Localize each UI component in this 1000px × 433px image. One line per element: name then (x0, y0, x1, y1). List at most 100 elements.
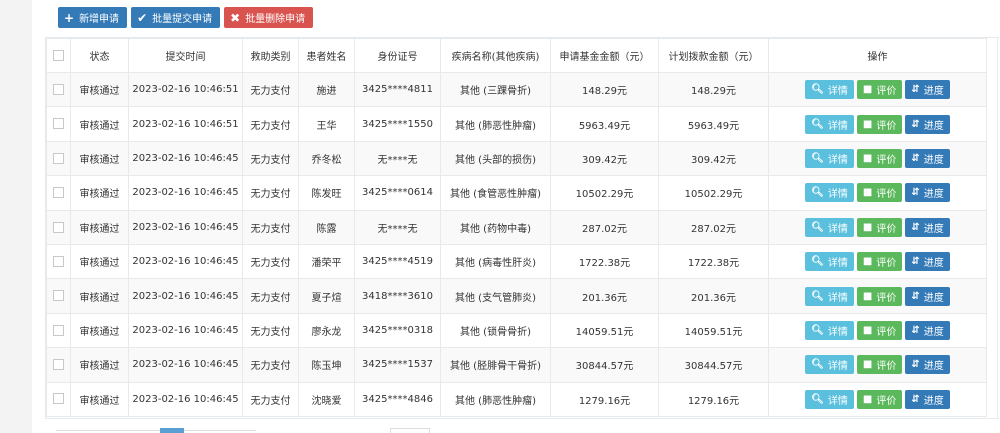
row-checkbox[interactable] (53, 255, 64, 267)
evaluate-button[interactable]: ■ 评价 (856, 217, 903, 237)
progress-button[interactable]: ⇵ 进度 (905, 286, 950, 306)
row-checkbox[interactable] (53, 118, 64, 130)
evaluate-button[interactable]: ■ 评价 (856, 389, 903, 409)
submit-time-cell: 2023-02-16 10:46:45 (128, 381, 243, 417)
table-row[interactable]: 审核通过 2023-02-16 10:46:45 无力支付 廖永龙 3425****03… (46, 312, 987, 349)
comment-icon: ■ (862, 393, 873, 405)
progress-button[interactable]: ⇵ 进度 (905, 252, 950, 272)
header-submit-time[interactable]: 提交时间 (128, 38, 243, 73)
header-patient-name[interactable]: 患者姓名 (298, 38, 355, 73)
row-checkbox[interactable] (53, 83, 64, 95)
detail-button[interactable]: 🔍︎ 详情 (805, 355, 854, 375)
progress-button[interactable]: ⇵ 进度 (905, 183, 950, 203)
evaluate-label: 评价 (876, 258, 897, 270)
header-plan-amount[interactable]: 计划拨款金额（元） (658, 38, 769, 73)
table-row[interactable]: 审核通过 2023-02-16 10:46:45 无力支付 陈露 无****无 其他 (药… (46, 209, 987, 245)
progress-button[interactable]: ⇵ 进度 (905, 320, 950, 340)
actions-cell: 🔍︎ 详情 ■ 评价 ⇵ 进度 (768, 312, 987, 349)
row-checkbox[interactable] (53, 187, 64, 199)
table-row[interactable]: 审核通过 2023-02-16 10:46:51 无力支付 王华 3425****155… (46, 106, 987, 142)
batch-delete-button[interactable]: ✖ 批量删除申请 (224, 7, 314, 28)
row-checkbox[interactable] (53, 221, 64, 233)
apply-amount-cell: 148.29元 (550, 71, 659, 108)
detail-button[interactable]: 🔍︎ 详情 (805, 183, 854, 203)
sort-icon: ⇵ (911, 393, 920, 405)
progress-button[interactable]: ⇵ 进度 (905, 80, 950, 100)
plan-amount-cell: 148.29元 (658, 71, 769, 108)
progress-button[interactable]: ⇵ 进度 (905, 355, 950, 375)
row-checkbox[interactable] (53, 152, 64, 164)
row-select-cell[interactable] (46, 209, 71, 245)
detail-button[interactable]: 🔍︎ 详情 (805, 217, 854, 237)
row-select-cell[interactable] (46, 347, 71, 383)
pagination-active-page[interactable] (160, 428, 184, 433)
batch-submit-button[interactable]: ✔ 批量提交申请 (131, 7, 221, 28)
detail-button[interactable]: 🔍︎ 详情 (805, 148, 854, 168)
evaluate-button[interactable]: ■ 评价 (856, 80, 903, 100)
row-select-cell[interactable] (46, 140, 71, 177)
actions-cell: 🔍︎ 详情 ■ 评价 ⇵ 进度 (768, 140, 987, 177)
evaluate-button[interactable]: ■ 评价 (856, 114, 903, 134)
evaluate-button[interactable]: ■ 评价 (856, 252, 903, 272)
patient-name-cell: 陈发旺 (298, 175, 355, 211)
row-checkbox[interactable] (53, 359, 64, 371)
table-row[interactable]: 审核通过 2023-02-16 10:46:45 无力支付 乔冬松 无****无 其他 (… (46, 140, 987, 177)
evaluate-button[interactable]: ■ 评价 (856, 355, 903, 375)
header-disease[interactable]: 疾病名称(其他疾病) (440, 38, 551, 73)
row-checkbox[interactable] (53, 324, 64, 336)
evaluate-label: 评价 (876, 120, 897, 132)
detail-button[interactable]: 🔍︎ 详情 (805, 80, 854, 100)
row-select-cell[interactable] (46, 106, 71, 142)
add-application-button[interactable]: + 新增申请 (58, 7, 128, 28)
detail-button[interactable]: 🔍︎ 详情 (805, 286, 854, 306)
row-select-cell[interactable] (46, 381, 71, 417)
detail-label: 详情 (827, 258, 848, 270)
pagination-divider (56, 430, 256, 431)
category-cell: 无力支付 (242, 243, 299, 280)
header-status[interactable]: 状态 (70, 38, 129, 73)
header-apply-amount[interactable]: 申请基金金额（元） (550, 38, 659, 73)
evaluate-button[interactable]: ■ 评价 (856, 320, 903, 340)
detail-label: 详情 (827, 120, 848, 132)
evaluate-button[interactable]: ■ 评价 (856, 286, 903, 306)
row-checkbox[interactable] (53, 290, 64, 302)
select-all-checkbox[interactable] (53, 49, 64, 61)
row-checkbox[interactable] (53, 393, 64, 405)
row-select-cell[interactable] (46, 175, 71, 211)
submit-time-cell: 2023-02-16 10:46:45 (128, 312, 243, 349)
status-cell: 审核通过 (70, 209, 129, 245)
disease-cell: 其他 (支气管肺炎) (440, 278, 551, 314)
table-row[interactable]: 审核通过 2023-02-16 10:46:45 无力支付 陈玉坤 3425****15… (46, 347, 987, 383)
row-select-cell[interactable] (46, 243, 71, 280)
progress-label: 进度 (923, 292, 944, 304)
detail-button[interactable]: 🔍︎ 详情 (805, 320, 854, 340)
plan-amount-cell: 1279.16元 (658, 381, 769, 417)
table-row[interactable]: 审核通过 2023-02-16 10:46:45 无力支付 沈晓爱 3425****48… (46, 381, 987, 417)
header-category[interactable]: 救助类别 (242, 38, 299, 73)
comment-icon: ■ (862, 187, 873, 199)
submit-time-cell: 2023-02-16 10:46:51 (128, 71, 243, 108)
row-select-cell[interactable] (46, 312, 71, 349)
progress-button[interactable]: ⇵ 进度 (905, 114, 950, 134)
table-row[interactable]: 审核通过 2023-02-16 10:46:45 无力支付 潘荣平 3425****45… (46, 243, 987, 280)
search-icon: 🔍︎ (811, 359, 824, 371)
apply-amount-cell: 309.42元 (550, 140, 659, 177)
evaluate-button[interactable]: ■ 评价 (856, 148, 903, 168)
detail-button[interactable]: 🔍︎ 详情 (805, 389, 854, 409)
progress-button[interactable]: ⇵ 进度 (905, 217, 950, 237)
header-id-number[interactable]: 身份证号 (354, 38, 441, 73)
evaluate-label: 评价 (876, 326, 897, 338)
detail-button[interactable]: 🔍︎ 详情 (805, 114, 854, 134)
select-all-cell[interactable] (46, 38, 71, 73)
progress-button[interactable]: ⇵ 进度 (905, 148, 950, 168)
row-select-cell[interactable] (46, 278, 71, 314)
check-icon: ✔ (137, 10, 148, 25)
detail-button[interactable]: 🔍︎ 详情 (805, 252, 854, 272)
pagination-page-size[interactable] (390, 428, 430, 433)
progress-button[interactable]: ⇵ 进度 (905, 389, 950, 409)
evaluate-button[interactable]: ■ 评价 (856, 183, 903, 203)
table-row[interactable]: 审核通过 2023-02-16 10:46:45 无力支付 夏子煊 3418****36… (46, 278, 987, 314)
table-row[interactable]: 审核通过 2023-02-16 10:46:51 无力支付 施进 3425****481… (46, 71, 987, 108)
row-select-cell[interactable] (46, 71, 71, 108)
table-row[interactable]: 审核通过 2023-02-16 10:46:45 无力支付 陈发旺 3425****06… (46, 175, 987, 211)
